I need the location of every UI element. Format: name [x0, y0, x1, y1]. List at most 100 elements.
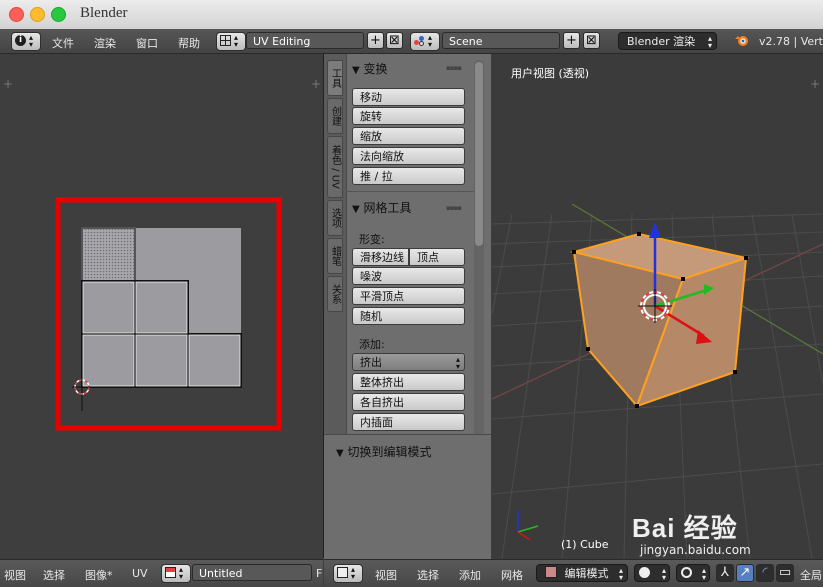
uv-editor-header: 视图 选择 图像* UV ▴ ▾ Untitled F — [0, 559, 323, 587]
mesh-tools-panel-title: 网格工具 — [363, 201, 412, 215]
viewport-shading-select[interactable]: ▴ ▾ — [634, 564, 670, 582]
noise-button[interactable]: 噪波 — [352, 267, 465, 285]
uv-selected-face — [82, 228, 135, 281]
tab-shading-uv[interactable]: 着色 / UV — [327, 136, 343, 198]
layout-grid-icon — [220, 35, 231, 46]
translate-button[interactable]: 移动 — [352, 88, 465, 106]
scale-button[interactable]: 缩放 — [352, 127, 465, 145]
cube-icon — [337, 567, 348, 578]
edit-mode-icon — [545, 566, 557, 578]
image-name-field[interactable]: Untitled — [192, 564, 312, 581]
view3d-menu-add[interactable]: 添加 — [459, 567, 481, 583]
add-label: 添加: — [359, 338, 385, 351]
image-browse[interactable]: ▴ ▾ — [161, 564, 191, 583]
last-operator-header[interactable]: ▼ 切换到编辑模式 — [336, 443, 432, 460]
chevron-updown-icon: ▴ ▾ — [234, 33, 239, 49]
uv-menu-select[interactable]: 选择 — [43, 567, 65, 583]
menu-help[interactable]: 帮助 — [178, 35, 200, 51]
interaction-mode-select[interactable]: 编辑模式 ▴ ▾ — [536, 564, 628, 582]
blender-logo-icon — [735, 34, 749, 48]
panel-grip-icon[interactable]: ▪▪▪▪ — [446, 64, 462, 72]
fake-user-toggle[interactable]: F — [316, 567, 322, 580]
scene-browse[interactable]: ▴ ▾ — [410, 32, 440, 51]
extrude-menu[interactable]: 挤出 ▴ ▾ — [352, 353, 465, 371]
uv-image-editor[interactable]: + + — [0, 54, 324, 558]
chevron-updown-icon: ▴ ▾ — [618, 566, 623, 582]
menu-render[interactable]: 渲染 — [94, 35, 116, 51]
image-icon — [165, 567, 176, 578]
mesh-tools-panel-header[interactable]: ▼ 网格工具 — [352, 199, 412, 216]
tab-grease-pencil[interactable]: 蜡笔 — [327, 238, 343, 274]
editor-type-button[interactable]: ▴ ▾ — [333, 564, 363, 583]
rotate-manipulator-toggle[interactable]: ◜ — [756, 564, 774, 582]
tab-tools[interactable]: 工具 — [327, 60, 343, 96]
chevron-updown-icon: ▴ ▾ — [29, 33, 34, 49]
info-header: i ▴ ▾ 文件 渲染 窗口 帮助 ▴ ▾ UV Editing + ⊠ ▴ ▾ Sc… — [0, 29, 823, 54]
uv-menu-uv[interactable]: UV — [132, 567, 148, 580]
minimize-window-button[interactable] — [30, 7, 45, 22]
triangle-down-icon: ▼ — [336, 448, 344, 459]
smooth-vertex-button[interactable]: 平滑顶点 — [352, 287, 465, 305]
solid-shading-icon — [639, 567, 650, 578]
screen-layout-field[interactable]: UV Editing — [246, 32, 364, 49]
vertex-slide-button[interactable]: 顶点 — [409, 248, 465, 266]
translate-manipulator-toggle[interactable]: ↗ — [736, 564, 754, 582]
close-icon: ⊠ — [586, 33, 597, 48]
extrude-region-button[interactable]: 整体挤出 — [352, 373, 465, 391]
transform-orientation-select[interactable]: 全局 — [800, 567, 822, 583]
rotate-button[interactable]: 旋转 — [352, 107, 465, 125]
menu-window[interactable]: 窗口 — [136, 35, 158, 51]
uv-menu-image[interactable]: 图像* — [85, 567, 113, 583]
menu-file[interactable]: 文件 — [52, 35, 74, 51]
shrink-fatten-button[interactable]: 法向缩放 — [352, 147, 465, 165]
plus-icon: + — [566, 33, 577, 48]
3d-viewport[interactable]: 用户视图 (透视) + (1) Cube Bai 经验 jingyan.baid… — [492, 54, 823, 558]
remove-screen-button[interactable]: ⊠ — [386, 32, 403, 49]
chevron-updown-icon: ▴ ▾ — [179, 565, 184, 581]
remove-scene-button[interactable]: ⊠ — [583, 32, 600, 49]
pivot-point-select[interactable]: ▴ ▾ — [676, 564, 710, 582]
panel-divider — [346, 191, 482, 192]
scale-manipulator-toggle[interactable]: ▭ — [776, 564, 794, 582]
scene-icon — [414, 36, 425, 46]
version-stats: v2.78 | Vert — [759, 35, 823, 48]
3d-view-header: ▴ ▾ 视图 选择 添加 网格 编辑模式 ▴ ▾ ▴ ▾ ▴ ▾ ⅄ ↗ ◜ ▭ 全局 — [324, 559, 823, 587]
push-pull-button[interactable]: 推 / 拉 — [352, 167, 465, 185]
randomize-button[interactable]: 随机 — [352, 307, 465, 325]
view3d-menu-view[interactable]: 视图 — [375, 567, 397, 583]
manipulator-toggle[interactable]: ⅄ — [716, 564, 734, 582]
chevron-updown-icon: ▴ ▾ — [661, 566, 666, 582]
transform-panel-header[interactable]: ▼ 变换 — [352, 60, 388, 77]
extrude-individual-button[interactable]: 各自挤出 — [352, 393, 465, 411]
chevron-updown-icon: ▴ ▾ — [701, 566, 706, 582]
edge-slide-button[interactable]: 滑移边线 — [352, 248, 409, 266]
extrude-label: 挤出 — [360, 356, 382, 369]
interaction-mode-label: 编辑模式 — [564, 567, 609, 580]
uv-canvas[interactable] — [0, 54, 323, 558]
editor-type-button[interactable]: i ▴ ▾ — [11, 32, 41, 51]
close-window-button[interactable] — [9, 7, 24, 22]
inset-faces-button[interactable]: 内插面 — [352, 413, 465, 431]
scene-field[interactable]: Scene — [442, 32, 560, 49]
tab-options[interactable]: 选项 — [327, 200, 343, 236]
add-scene-button[interactable]: + — [563, 32, 580, 49]
manipulator-icon: ⅄ — [721, 565, 729, 580]
tab-create[interactable]: 创建 — [327, 98, 343, 134]
render-engine-select[interactable]: Blender 渲染 ▴ ▾ — [618, 32, 717, 50]
triangle-down-icon: ▼ — [352, 204, 360, 215]
view3d-menu-mesh[interactable]: 网格 — [501, 567, 523, 583]
info-icon: i — [15, 35, 26, 46]
baidu-watermark: Bai 经验 jingyan.baidu.com — [632, 508, 751, 557]
view3d-menu-select[interactable]: 选择 — [417, 567, 439, 583]
window-titlebar: Blender — [0, 0, 823, 30]
uv-menu-view[interactable]: 视图 — [4, 567, 26, 583]
screen-layout-browse[interactable]: ▴ ▾ — [216, 32, 246, 51]
zoom-window-button[interactable] — [51, 7, 66, 22]
axis-gizmo-icon — [517, 510, 539, 541]
tab-relations[interactable]: 关系 — [327, 276, 343, 312]
add-screen-button[interactable]: + — [367, 32, 384, 49]
viewport-canvas[interactable] — [492, 54, 823, 558]
chevron-updown-icon: ▴ ▾ — [455, 355, 460, 371]
panel-grip-icon[interactable]: ▪▪▪▪ — [446, 204, 462, 212]
tool-shelf-scroll-thumb[interactable] — [475, 62, 483, 246]
